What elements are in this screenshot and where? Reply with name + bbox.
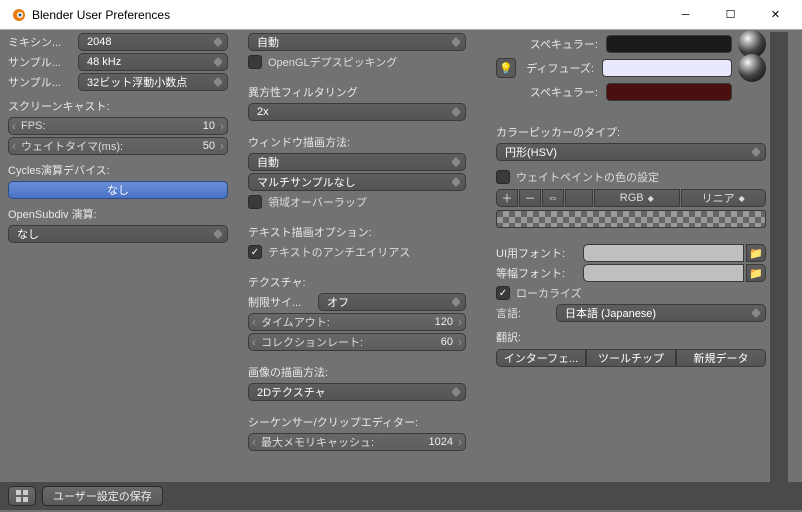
- footer-menu-button[interactable]: [8, 486, 36, 506]
- scrollbar[interactable]: [770, 32, 788, 482]
- opengl-depth-checkbox[interactable]: [248, 55, 262, 69]
- screencast-label: スクリーンキャスト:: [8, 96, 228, 116]
- blender-icon: [10, 7, 26, 23]
- opensubdiv-label: OpenSubdiv 演算:: [8, 204, 228, 224]
- close-button[interactable]: ✕: [753, 0, 798, 29]
- content-area: ミキシン...2048 サンプル...48 kHz サンプル...32ビット浮動…: [0, 30, 802, 482]
- region-overlap-checkbox[interactable]: [248, 195, 262, 209]
- mixing-dropdown[interactable]: 2048: [78, 33, 228, 51]
- color-toolbar: ＋ － ⇔ RGB◆ リニア◆: [496, 189, 766, 207]
- localize-checkbox[interactable]: [496, 286, 510, 300]
- rgb-mode-button[interactable]: RGB◆: [594, 189, 680, 207]
- multisample-dropdown[interactable]: マルチサンプルなし: [248, 173, 466, 191]
- specular1-label: スペキュラー:: [526, 36, 606, 52]
- footer: ユーザー設定の保存: [0, 482, 802, 510]
- preview-sphere-2: [738, 54, 766, 82]
- diffuse-label: ディフューズ:: [522, 60, 602, 76]
- add-color-button[interactable]: ＋: [496, 189, 518, 207]
- aniso-dropdown[interactable]: 2x: [248, 103, 466, 121]
- cycles-none-button[interactable]: なし: [8, 181, 228, 199]
- translate-tooltip-button[interactable]: ツールチップ: [586, 349, 676, 367]
- text-aa-label: テキストのアンチエイリアス: [268, 244, 410, 260]
- wait-timer-field[interactable]: ウェイトタイマ(ms):50: [8, 137, 228, 155]
- weight-paint-label: ウェイトペイントの色の設定: [516, 169, 659, 185]
- gradient-preview[interactable]: [496, 210, 766, 228]
- limit-label: 制限サイ...: [248, 294, 318, 310]
- swap-color-button[interactable]: ⇔: [542, 189, 564, 207]
- window-draw-dropdown[interactable]: 自動: [248, 153, 466, 171]
- fps-field[interactable]: FPS:10: [8, 117, 228, 135]
- sequencer-label: シーケンサー/クリップエディター:: [248, 412, 466, 432]
- color-picker-dropdown[interactable]: 円形(HSV): [496, 143, 766, 161]
- specular2-swatch[interactable]: [606, 83, 732, 101]
- titlebar: Blender User Preferences ─ ☐ ✕: [0, 0, 802, 30]
- minimize-button[interactable]: ─: [663, 0, 708, 29]
- folder-icon: 📁: [749, 267, 763, 280]
- text-aa-checkbox[interactable]: [248, 245, 262, 259]
- aniso-label: 異方性フィルタリング: [248, 82, 466, 102]
- color-picker-label: カラーピッカーのタイプ:: [496, 122, 766, 142]
- sample-format-label: サンプル...: [8, 74, 78, 90]
- max-memory-cache-field[interactable]: 最大メモリキャッシュ:1024: [248, 433, 466, 451]
- sample-rate-dropdown[interactable]: 48 kHz: [78, 53, 228, 71]
- opengl-depth-label: OpenGLデプスピッキング: [268, 54, 397, 70]
- save-prefs-button[interactable]: ユーザー設定の保存: [42, 486, 163, 506]
- maximize-button[interactable]: ☐: [708, 0, 753, 29]
- window-draw-label: ウィンドウ描画方法:: [248, 132, 466, 152]
- img-draw-label: 画像の描画方法:: [248, 362, 466, 382]
- lang-dropdown[interactable]: 日本語 (Japanese): [556, 304, 766, 322]
- opensubdiv-dropdown[interactable]: なし: [8, 225, 228, 243]
- light-toggle[interactable]: 💡: [496, 58, 516, 78]
- texture-label: テクスチャ:: [248, 272, 466, 292]
- img-draw-dropdown[interactable]: 2Dテクスチャ: [248, 383, 466, 401]
- ui-font-label: UI用フォント:: [496, 245, 581, 261]
- translate-label: 翻訳:: [496, 327, 766, 347]
- spacer-button[interactable]: [565, 189, 593, 207]
- sample-rate-label: サンプル...: [8, 54, 78, 70]
- mono-font-label: 等幅フォント:: [496, 265, 581, 281]
- text-opts-label: テキスト描画オプション:: [248, 222, 466, 242]
- remove-color-button[interactable]: －: [519, 189, 541, 207]
- collection-rate-field[interactable]: コレクションレート:60: [248, 333, 466, 351]
- lang-label: 言語:: [496, 305, 556, 321]
- cycles-label: Cycles演算デバイス:: [8, 160, 228, 180]
- translate-interface-button[interactable]: インターフェ...: [496, 349, 586, 367]
- diffuse-swatch[interactable]: [602, 59, 732, 77]
- weight-paint-checkbox[interactable]: [496, 170, 510, 184]
- localize-label: ローカライズ: [516, 285, 582, 301]
- mixing-label: ミキシン...: [8, 34, 78, 50]
- region-overlap-label: 領域オーバーラップ: [268, 194, 367, 210]
- translate-segments: インターフェ... ツールチップ 新規データ: [496, 349, 766, 367]
- limit-dropdown[interactable]: オフ: [318, 293, 466, 311]
- column-3: スペキュラー: 💡 ディフューズ: スペキュラー: カラーピッカーのタイプ: 円…: [496, 32, 766, 482]
- auto-dropdown-1[interactable]: 自動: [248, 33, 466, 51]
- column-2: 自動 OpenGLデプスピッキング 異方性フィルタリング 2x ウィンドウ描画方…: [248, 32, 466, 482]
- specular2-label: スペキュラー:: [526, 84, 606, 100]
- mono-font-field[interactable]: [583, 264, 744, 282]
- window-title: Blender User Preferences: [32, 8, 663, 22]
- ui-font-browse-button[interactable]: 📁: [746, 244, 766, 262]
- sample-format-dropdown[interactable]: 32ビット浮動小数点: [78, 73, 228, 91]
- linear-mode-button[interactable]: リニア◆: [681, 189, 767, 207]
- column-1: ミキシン...2048 サンプル...48 kHz サンプル...32ビット浮動…: [8, 32, 228, 482]
- ui-font-field[interactable]: [583, 244, 744, 262]
- timeout-field[interactable]: タイムアウト:120: [248, 313, 466, 331]
- folder-icon: 📁: [749, 247, 763, 260]
- specular1-swatch[interactable]: [606, 35, 732, 53]
- translate-newdata-button[interactable]: 新規データ: [676, 349, 766, 367]
- mono-font-browse-button[interactable]: 📁: [746, 264, 766, 282]
